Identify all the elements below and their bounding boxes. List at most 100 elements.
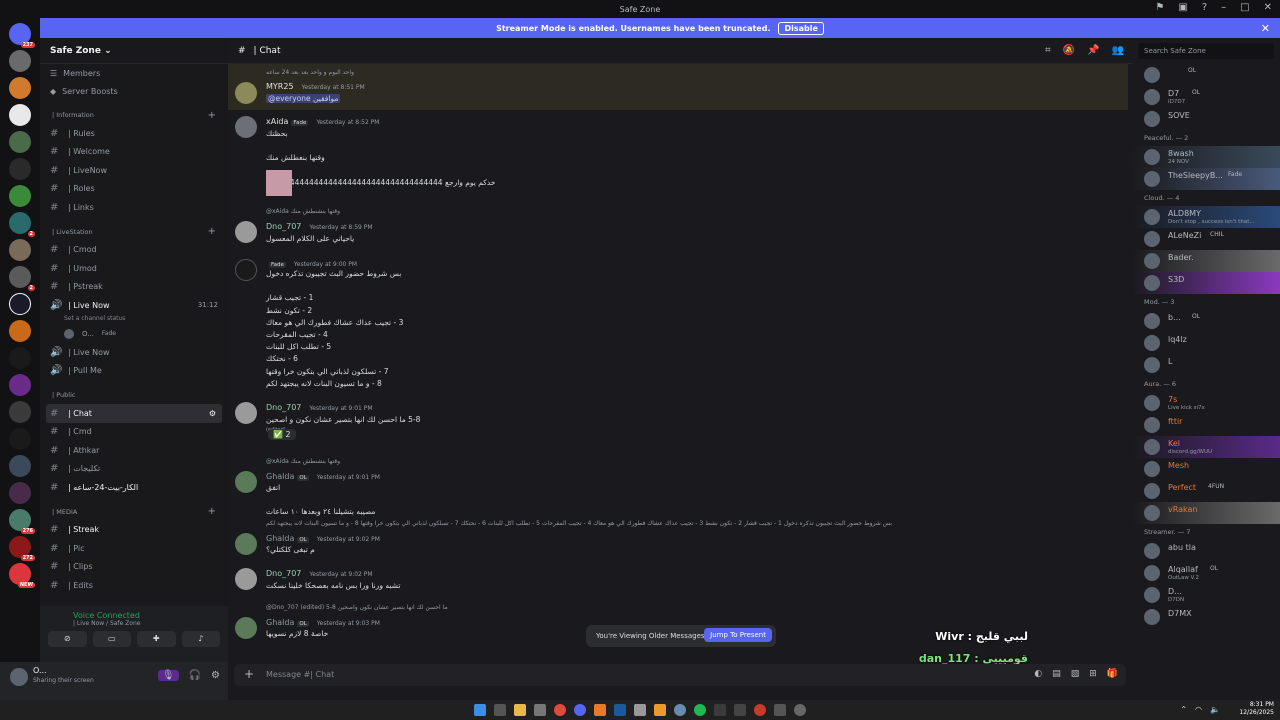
member[interactable]: 8wash 24 NOV <box>1132 146 1280 168</box>
channel-edits[interactable]: # | Edits <box>40 576 228 595</box>
close-banner-icon[interactable]: ✕ <box>1261 22 1270 35</box>
member[interactable]: abu tla <box>1132 540 1280 562</box>
settings-icon[interactable]: ⚙ <box>211 670 220 681</box>
channel-chat[interactable]: # | Chat ⚙ <box>46 404 222 423</box>
channel-pstreak[interactable]: # | Pstreak <box>40 278 228 297</box>
channel-rules[interactable]: # | Rules <box>40 124 228 143</box>
server-icon[interactable] <box>9 401 31 423</box>
member[interactable]: vRakan <box>1132 502 1280 524</box>
user-name[interactable]: O... <box>33 666 47 675</box>
member[interactable]: ALD8MY Don't stop , success isn't that... <box>1132 206 1280 228</box>
tray-chevron-icon[interactable]: ⌃ <box>1180 705 1187 714</box>
message-input[interactable]: + Message #| Chat ◐ ▤ ▧ ⊞ 🎁 <box>234 664 1126 686</box>
channel-cmd[interactable]: # | Cmd <box>40 423 228 442</box>
terminal-icon[interactable] <box>734 704 746 716</box>
reply-preview[interactable]: ﺑﺲ ﺷﺮﻭﻁ ﺣﻀﻮﺭ ﺍﻟﺒﺚ ﺗﺠﻴﺒﻮﻥ ﺗﺬﻛﺮﻩ ﺩﺧﻮﻝ 1 - … <box>266 520 892 527</box>
steam-icon[interactable] <box>614 704 626 716</box>
avatar[interactable] <box>235 82 257 104</box>
server-name-header[interactable]: Safe Zone ⌄ <box>40 38 228 64</box>
camera-off-button[interactable]: ⊘ <box>48 631 87 647</box>
member[interactable]: D7 OL ID7D7 <box>1132 86 1280 108</box>
activities-button[interactable]: ✚ <box>137 631 176 647</box>
discord-icon[interactable] <box>574 704 586 716</box>
reply-preview[interactable]: @xAida ﻭﻗﺘﻬﺎ ﺑﻨﺸﻨﻄﺶ ﻣﻨﻚ <box>266 208 340 215</box>
windows-start-icon[interactable] <box>474 704 486 716</box>
server-icon-active[interactable] <box>9 293 31 315</box>
notifications-icon[interactable]: 🔕 <box>1063 45 1075 56</box>
voice-connected-title[interactable]: Voice Connected <box>40 606 228 620</box>
attach-plus-icon[interactable]: + <box>244 667 254 681</box>
server-icon[interactable] <box>9 347 31 369</box>
server-icon[interactable] <box>9 482 31 504</box>
screen-share-button[interactable]: ▭ <box>92 631 131 647</box>
member[interactable]: OL <box>1132 64 1280 86</box>
channel-livenow[interactable]: # | LiveNow <box>40 161 228 180</box>
disable-button[interactable]: Disable <box>778 21 824 35</box>
threads-icon[interactable]: ⌗ <box>1045 45 1051 56</box>
server-icon[interactable]: 237 <box>9 23 35 48</box>
gif-icon[interactable]: ▤ <box>1052 669 1061 679</box>
server-icon[interactable] <box>9 239 31 261</box>
category-information[interactable]: | Information + <box>40 106 228 124</box>
avatar[interactable] <box>235 471 257 493</box>
voice-channel-pull-me[interactable]: 🔊 | Pull Me <box>40 362 228 381</box>
author-name[interactable]: Ghalda <box>266 472 294 481</box>
author-name[interactable]: xAida <box>266 117 288 126</box>
member[interactable]: TheSleepyB... Fade <box>1132 168 1280 190</box>
channel-cmod[interactable]: # | Cmod <box>40 241 228 260</box>
server-icon[interactable]: 272 <box>9 536 35 561</box>
volume-icon[interactable]: 🔈 <box>1210 705 1220 714</box>
app-icon[interactable] <box>634 704 646 716</box>
channel-streak[interactable]: # | Streak <box>40 521 228 540</box>
server-icon[interactable] <box>9 104 31 126</box>
server-icon[interactable]: 2 <box>9 212 35 237</box>
settings-icon[interactable]: ⚙ <box>209 409 216 418</box>
minimize-icon[interactable]: – <box>1221 2 1226 13</box>
category-media[interactable]: | MEDIA + <box>40 503 228 521</box>
jump-to-present-button[interactable]: Jump To Present <box>704 628 772 642</box>
author-name[interactable]: Dno_707 <box>266 403 301 412</box>
voice-user[interactable]: O... Fade <box>40 325 228 344</box>
member[interactable]: L <box>1132 354 1280 376</box>
channel-umod[interactable]: # | Umod <box>40 259 228 278</box>
author-name[interactable]: Dno_707 <box>266 569 301 578</box>
add-channel-icon[interactable]: + <box>208 110 216 121</box>
member[interactable]: b... OL <box>1132 310 1280 332</box>
server-icon[interactable]: NEW <box>9 563 35 588</box>
chrome-icon[interactable] <box>554 704 566 716</box>
channel-clips[interactable]: # | Clips <box>40 558 228 577</box>
channel-pic[interactable]: # | Pic <box>40 539 228 558</box>
reply-preview[interactable]: @xAida ﻭﻗﺘﻬﺎ ﺑﻨﺸﻨﻄﺶ ﻣﻨﻚ <box>266 458 340 465</box>
member[interactable]: lq4lz <box>1132 332 1280 354</box>
pin-icon[interactable]: 📌 <box>1087 45 1099 56</box>
message[interactable]: ﻭﺍﺣﺪ ﺍﻟﻴﻮﻡ ﻭ ﻭﺍﺣﺪ ﺑﻌﺪ ﺑﻌﺪ 24 ﺳﺎﻋﻪ MYR25 Y… <box>228 64 1128 110</box>
server-icon[interactable]: 276 <box>9 509 35 534</box>
boosts-nav[interactable]: ◆ Server Boosts <box>40 82 228 100</box>
member[interactable]: S3D <box>1132 272 1280 294</box>
category-livestation[interactable]: | LiveStation + <box>40 223 228 241</box>
channel-links[interactable]: # | Links <box>40 198 228 217</box>
avatar[interactable] <box>235 533 257 555</box>
voice-channel-live-now[interactable]: 🔊 | Live Now 31:12 <box>40 296 228 315</box>
member[interactable]: Perfect 4FUN <box>1132 480 1280 502</box>
member[interactable]: SOVE <box>1132 108 1280 130</box>
avatar[interactable] <box>235 617 257 639</box>
voice-connected-sub[interactable]: | Live Now / Safe Zone <box>40 620 228 627</box>
channel-athkar[interactable]: # | Athkar <box>40 441 228 460</box>
members-nav[interactable]: ☰ Members <box>40 64 228 82</box>
image-attachment[interactable] <box>266 170 292 196</box>
help-icon[interactable]: ? <box>1202 2 1207 13</box>
maximize-icon[interactable]: □ <box>1240 2 1249 13</box>
author-name[interactable]: Ghalda <box>266 618 294 627</box>
app-icon[interactable] <box>674 704 686 716</box>
author-name[interactable]: MYR25 <box>266 82 294 91</box>
app-icon[interactable] <box>774 704 786 716</box>
reply-preview[interactable]: ﻭﺍﺣﺪ ﺍﻟﻴﻮﻡ ﻭ ﻭﺍﺣﺪ ﺑﻌﺪ ﺑﻌﺪ 24 ﺳﺎﻋﻪ <box>266 69 354 76</box>
server-icon[interactable] <box>9 428 31 450</box>
avatar[interactable] <box>235 221 257 243</box>
mute-icon[interactable]: 🎙 <box>157 670 179 681</box>
member[interactable]: Bader. <box>1132 250 1280 272</box>
headphones-icon[interactable]: 🎧 <box>189 670 201 681</box>
apps-icon[interactable]: ⊞ <box>1089 669 1097 679</box>
channel-takleejat[interactable]: # | ﺗﻜﻠﻴﺠﺎﺕ <box>40 460 228 479</box>
